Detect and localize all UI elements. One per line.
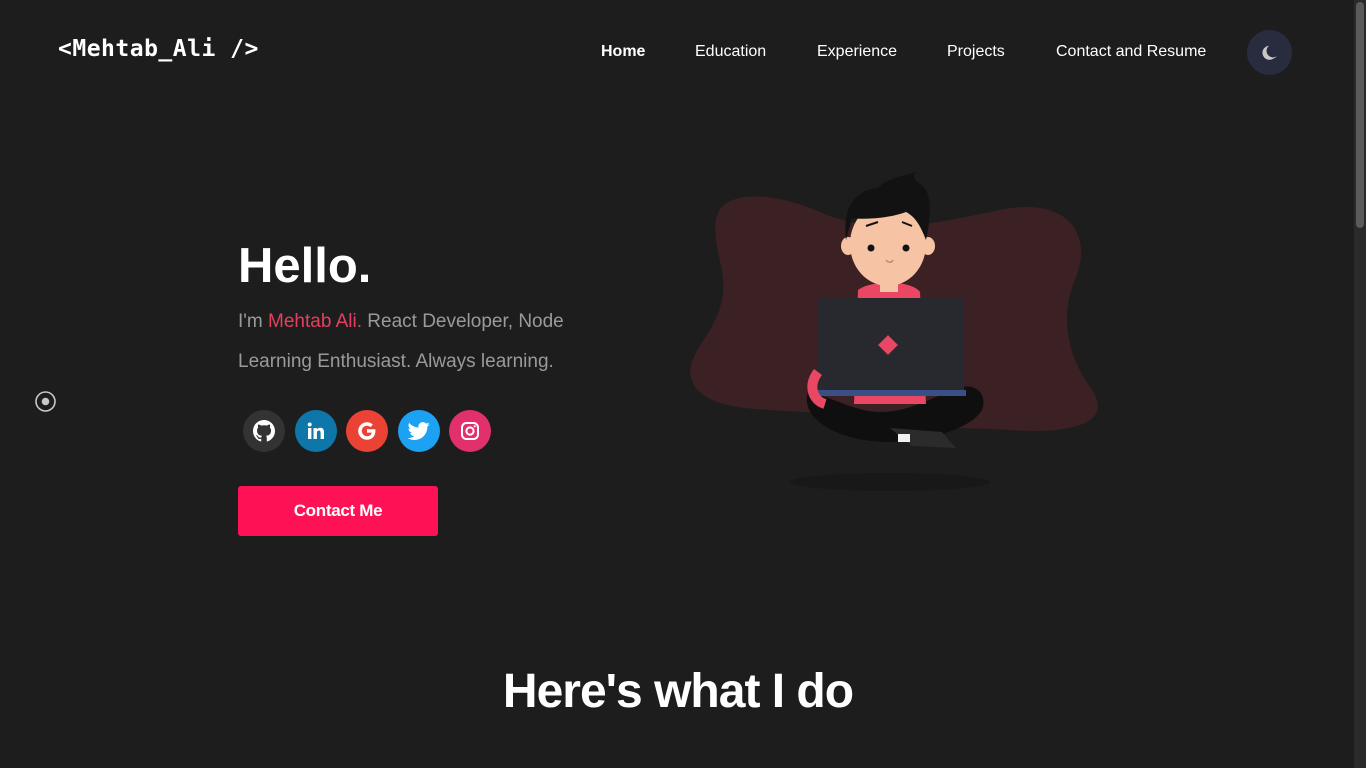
nav-projects[interactable]: Projects — [947, 43, 1005, 61]
google-link[interactable] — [346, 410, 388, 452]
cursor-ring-icon — [35, 391, 56, 412]
page-scrollbar[interactable] — [1354, 0, 1366, 768]
hero-greeting: Hello. — [238, 239, 372, 293]
github-icon — [253, 420, 275, 442]
floor-shadow — [790, 473, 990, 491]
github-link[interactable] — [243, 410, 285, 452]
instagram-link[interactable] — [449, 410, 491, 452]
nav-experience[interactable]: Experience — [817, 43, 897, 61]
twitter-icon — [408, 422, 430, 440]
section-title: Here's what I do — [502, 665, 854, 718]
instagram-icon — [461, 422, 479, 440]
site-logo[interactable]: <Mehtab_Ali /> — [58, 36, 259, 62]
intro-prefix: I'm — [238, 311, 269, 332]
scrollbar-thumb[interactable] — [1356, 2, 1364, 228]
moon-icon — [1261, 45, 1277, 60]
twitter-link[interactable] — [398, 410, 440, 452]
theme-toggle-button[interactable] — [1247, 30, 1292, 75]
portfolio-page: <Mehtab_Ali /> Home Education Experience… — [0, 0, 1366, 768]
developer-illustration — [690, 172, 1098, 491]
hero-name: Mehtab Ali. — [268, 311, 363, 332]
linkedin-link[interactable] — [295, 410, 337, 452]
google-icon — [358, 422, 376, 440]
nav-education[interactable]: Education — [695, 43, 766, 61]
contact-me-button[interactable]: Contact Me — [238, 486, 438, 536]
linkedin-icon — [307, 422, 324, 439]
nav-contact-and-resume[interactable]: Contact and Resume — [1056, 43, 1206, 61]
nav-home[interactable]: Home — [601, 43, 645, 61]
hero-intro: I'm Mehtab Ali. React Developer, Node Le… — [238, 302, 618, 382]
